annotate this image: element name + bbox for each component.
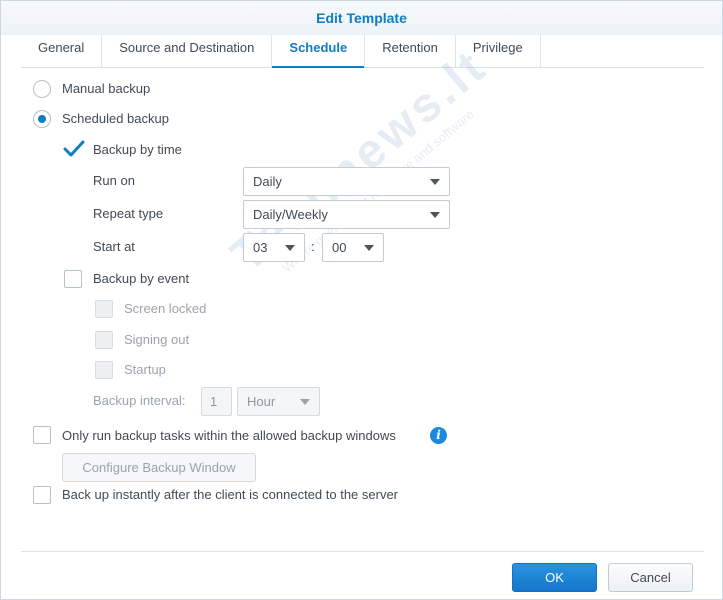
- signing-out-label: Signing out: [124, 332, 190, 347]
- dialog-title: Edit Template: [1, 1, 722, 35]
- screen-locked-label: Screen locked: [124, 301, 207, 316]
- configure-backup-window-button[interactable]: Configure Backup Window: [62, 453, 256, 482]
- run-on-select[interactable]: Daily: [243, 167, 450, 196]
- time-separator: :: [311, 239, 315, 254]
- start-hour-value: 03: [253, 240, 268, 255]
- start-minute-select[interactable]: 00: [322, 233, 384, 262]
- info-icon[interactable]: i: [430, 427, 447, 444]
- backup-by-time-checkbox[interactable]: [63, 139, 85, 159]
- backup-window-checkbox[interactable]: [33, 426, 51, 444]
- backup-by-event-checkbox[interactable]: [64, 270, 82, 288]
- start-at-label: Start at: [93, 239, 135, 254]
- footer-divider: [21, 551, 704, 552]
- check-icon: [63, 140, 85, 157]
- tab-schedule[interactable]: Schedule: [272, 35, 366, 68]
- repeat-type-select[interactable]: Daily/Weekly: [243, 200, 450, 229]
- backup-interval-unit-value: Hour: [247, 394, 276, 409]
- startup-label: Startup: [124, 362, 166, 377]
- repeat-type-value: Daily/Weekly: [253, 207, 328, 222]
- manual-backup-radio[interactable]: [33, 80, 51, 98]
- start-minute-value: 00: [332, 240, 347, 255]
- edit-template-dialog: Edit Template General Source and Destina…: [0, 0, 723, 600]
- chevron-down-icon: [364, 245, 374, 251]
- scheduled-backup-radio[interactable]: [33, 110, 51, 128]
- ok-button[interactable]: OK: [512, 563, 597, 592]
- chevron-down-icon: [300, 399, 310, 405]
- chevron-down-icon: [430, 212, 440, 218]
- chevron-down-icon: [285, 245, 295, 251]
- manual-backup-label: Manual backup: [62, 81, 151, 96]
- backup-window-label: Only run backup tasks within the allowed…: [62, 428, 396, 443]
- run-on-label: Run on: [93, 173, 135, 188]
- startup-checkbox[interactable]: [95, 361, 113, 379]
- signing-out-checkbox[interactable]: [95, 331, 113, 349]
- tab-bar: General Source and Destination Schedule …: [21, 35, 704, 68]
- backup-interval-value: 1: [210, 394, 218, 409]
- run-on-value: Daily: [253, 174, 282, 189]
- backup-interval-label: Backup interval:: [93, 393, 186, 408]
- repeat-type-label: Repeat type: [93, 206, 164, 221]
- instant-backup-checkbox[interactable]: [33, 486, 51, 504]
- backup-interval-input[interactable]: 1: [201, 387, 232, 416]
- start-hour-select[interactable]: 03: [243, 233, 305, 262]
- cancel-button[interactable]: Cancel: [608, 563, 693, 592]
- screen-locked-checkbox[interactable]: [95, 300, 113, 318]
- backup-by-time-label: Backup by time: [93, 142, 182, 157]
- tab-source-and-destination[interactable]: Source and Destination: [102, 35, 273, 67]
- instant-backup-label: Back up instantly after the client is co…: [62, 487, 399, 502]
- scheduled-backup-label: Scheduled backup: [62, 111, 169, 126]
- tab-general[interactable]: General: [21, 35, 103, 67]
- backup-interval-unit-select[interactable]: Hour: [237, 387, 320, 416]
- chevron-down-icon: [430, 179, 440, 185]
- backup-by-event-label: Backup by event: [93, 271, 190, 286]
